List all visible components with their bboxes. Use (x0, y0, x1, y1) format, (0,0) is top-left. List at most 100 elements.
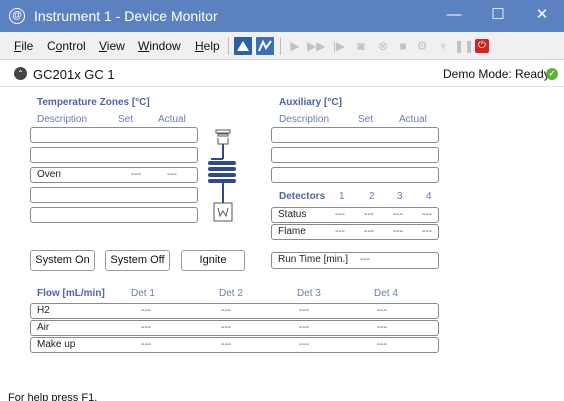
auxiliary-row[interactable] (271, 147, 439, 163)
flow-value: --- (299, 339, 309, 350)
detectors-title: Detectors (279, 191, 326, 202)
flow-row-label: Air (37, 322, 50, 333)
menu-window[interactable]: Window (138, 39, 181, 53)
close-button[interactable]: ✕ (520, 0, 564, 32)
detector-status-row: Status --- --- --- --- (271, 207, 439, 223)
step-icon[interactable]: |▶ (330, 37, 348, 55)
detector-col-3: 3 (397, 191, 403, 202)
menu-file[interactable]: File (14, 39, 33, 53)
flow-row-label: H2 (37, 305, 50, 316)
app-icon: @ (9, 8, 25, 24)
auxiliary-col-set: Set (358, 114, 374, 125)
device-name: GC201x GC 1 (33, 67, 115, 82)
title-bar: @ Instrument 1 - Device Monitor — ☐ ✕ (0, 0, 564, 32)
run-icon[interactable]: ▶ (286, 37, 304, 55)
flow-title: Flow [mL/min] (37, 288, 105, 299)
zone-set: --- (131, 169, 141, 180)
menu-help[interactable]: Help (195, 39, 220, 53)
power-off-icon[interactable]: ⏻ (475, 39, 489, 53)
temperature-zone-row[interactable] (30, 127, 198, 143)
detector-value: --- (335, 209, 345, 220)
flow-value: --- (377, 322, 387, 333)
flow-value: --- (221, 339, 231, 350)
temperature-zone-row[interactable]: Oven --- --- (30, 167, 198, 183)
flow-col-det2: Det 2 (219, 288, 243, 299)
run-all-icon[interactable]: ▶▶ (307, 37, 325, 55)
detector-value: --- (364, 209, 374, 220)
flow-value: --- (141, 305, 151, 316)
temperature-zone-row[interactable] (30, 207, 198, 223)
temperature-col-set: Set (118, 114, 134, 125)
flow-col-det3: Det 3 (297, 288, 321, 299)
flow-value: --- (299, 322, 309, 333)
minimize-button[interactable]: — (432, 0, 476, 32)
run-time-field: Run Time [min.] --- (271, 252, 439, 269)
injector-icon (215, 129, 231, 145)
auxiliary-row[interactable] (271, 167, 439, 183)
menu-view[interactable]: View (99, 39, 125, 53)
method-icon[interactable] (234, 37, 252, 55)
detector-value: --- (422, 209, 432, 220)
detector-row-label: Status (278, 209, 307, 220)
device-header: ⌃ GC201x GC 1 Demo Mode: Ready ✓ (0, 61, 564, 87)
detector-col-2: 2 (369, 191, 375, 202)
detector-col-4: 4 (426, 191, 432, 202)
run-time-value: --- (360, 254, 370, 265)
flow-value: --- (221, 305, 231, 316)
flow-value: --- (377, 305, 387, 316)
ignite-button[interactable]: Ignite (181, 250, 245, 271)
temperature-zone-row[interactable] (30, 147, 198, 163)
menu-control[interactable]: Control (47, 39, 86, 53)
system-on-button[interactable]: System On (30, 250, 95, 271)
detector-value: --- (393, 209, 403, 220)
zone-actual: --- (167, 169, 177, 180)
pause-icon[interactable]: ❚❚ (454, 37, 474, 55)
lamp-icon[interactable]: ♆ (434, 37, 452, 55)
temperature-zones-title: Temperature Zones [°C] (37, 97, 150, 108)
flow-value: --- (141, 339, 151, 350)
oven-coil-icon (208, 158, 236, 183)
flow-row-h2: H2 --- --- --- --- (30, 303, 439, 319)
sequence-icon[interactable] (256, 37, 274, 55)
temperature-zone-row[interactable] (30, 187, 198, 203)
ready-check-icon: ✓ (546, 68, 558, 80)
detector-value: --- (422, 226, 432, 237)
toolbar-separator (280, 37, 281, 55)
flow-value: --- (299, 305, 309, 316)
toolbar-separator (228, 37, 229, 55)
tools-icon[interactable]: ⚙ (413, 37, 431, 55)
collapse-icon[interactable]: ⌃ (14, 67, 27, 80)
temperature-col-actual: Actual (158, 114, 186, 125)
flow-value: --- (377, 339, 387, 350)
detector-icon (213, 202, 233, 222)
detector-flame-row: Flame --- --- --- --- (271, 224, 439, 240)
detector-value: --- (335, 226, 345, 237)
system-off-button[interactable]: System Off (105, 250, 170, 271)
flow-row-label: Make up (37, 339, 76, 350)
window-title: Instrument 1 - Device Monitor (34, 8, 218, 24)
auxiliary-title: Auxiliary [°C] (279, 97, 342, 108)
flow-row-make-up: Make up --- --- --- --- (30, 337, 439, 353)
status-bar-text: For help press F1. (8, 392, 98, 401)
abort-icon[interactable]: ⊗ (374, 37, 392, 55)
flow-col-det4: Det 4 (374, 288, 398, 299)
auxiliary-col-description: Description (279, 114, 330, 125)
detector-value: --- (393, 226, 403, 237)
run-time-label: Run Time [min.] (278, 254, 349, 265)
maximize-button[interactable]: ☐ (476, 0, 520, 32)
zone-description: Oven (37, 169, 61, 180)
device-status: Demo Mode: Ready (443, 67, 550, 81)
menu-bar: File Control View Window Help ▶ ▶▶ |▶ ◙ … (0, 32, 564, 60)
flow-col-det1: Det 1 (131, 288, 155, 299)
flow-row-air: Air --- --- --- --- (30, 320, 439, 336)
stop-icon[interactable]: ■ (394, 37, 412, 55)
auxiliary-col-actual: Actual (399, 114, 427, 125)
snapshot-icon[interactable]: ◙ (352, 37, 370, 55)
auxiliary-row[interactable] (271, 127, 439, 143)
temperature-col-description: Description (37, 114, 88, 125)
detector-col-1: 1 (339, 191, 345, 202)
flow-value: --- (141, 322, 151, 333)
flow-value: --- (221, 322, 231, 333)
gc-schematic-icon (208, 129, 236, 222)
detector-value: --- (364, 226, 374, 237)
